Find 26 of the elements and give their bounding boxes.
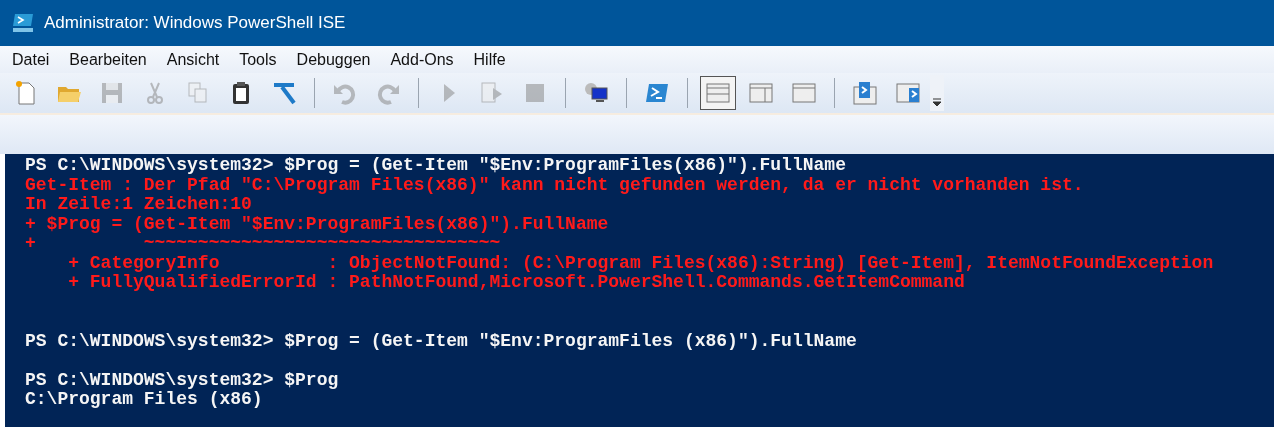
window-title: Administrator: Windows PowerShell ISE bbox=[44, 13, 346, 33]
script-pane-right-icon bbox=[895, 80, 921, 106]
error-line: + ~~~~~~~~~~~~~~~~~~~~~~~~~~~~~~~~~ bbox=[25, 234, 502, 254]
caret-icon bbox=[932, 98, 942, 107]
menu-item[interactable]: Tools bbox=[229, 50, 287, 69]
menu-item[interactable]: Debuggen bbox=[286, 50, 381, 69]
command-line: PS C:\WINDOWS\system32> $Prog = (Get-Item "$Env:ProgramFiles (x86)").FullName bbox=[25, 331, 858, 351]
error-line: In Zeile:1 Zeichen:10 bbox=[25, 195, 253, 215]
error-line: + $Prog = (Get-Item "$Env:ProgramFiles(x86)").FullName bbox=[25, 214, 610, 234]
command-line: PS C:\WINDOWS\system32> $Prog = (Get-Item "$Env:ProgramFiles(x86)").FullName bbox=[25, 156, 847, 176]
layout-maximized-icon bbox=[791, 80, 817, 106]
menu-item[interactable]: Datei bbox=[2, 50, 60, 69]
script-pane-top-icon bbox=[852, 80, 878, 106]
menu-item[interactable]: Hilfe bbox=[463, 50, 516, 69]
error-line: Get-Item : Der Pfad "C:\Program Files(x86)" kann nicht gefunden werden, da er nicht vorhanden ist. bbox=[25, 175, 1085, 195]
layout-right-icon bbox=[748, 80, 774, 106]
error-line: + CategoryInfo : ObjectNotFound: (C:\Program Files(x86):String) [Get-Item], ItemNotFoundException bbox=[67, 253, 1215, 273]
menu-item[interactable]: Ansicht bbox=[156, 50, 230, 69]
error-line: + FullyQualifiedErrorId : PathNotFound,Microsoft.PowerShell.Commands.GetItemCommand bbox=[67, 273, 966, 293]
layout-top-icon bbox=[705, 80, 731, 106]
output-line: C:\Program Files (x86) bbox=[25, 390, 264, 410]
powershell-icon bbox=[12, 13, 34, 33]
toolbar-button[interactable] bbox=[700, 76, 736, 110]
menu-item[interactable]: Bearbeiten bbox=[59, 50, 157, 69]
menu-item[interactable]: Add-Ons bbox=[380, 50, 464, 69]
command-line: PS C:\WINDOWS\system32> $Prog bbox=[25, 370, 340, 390]
